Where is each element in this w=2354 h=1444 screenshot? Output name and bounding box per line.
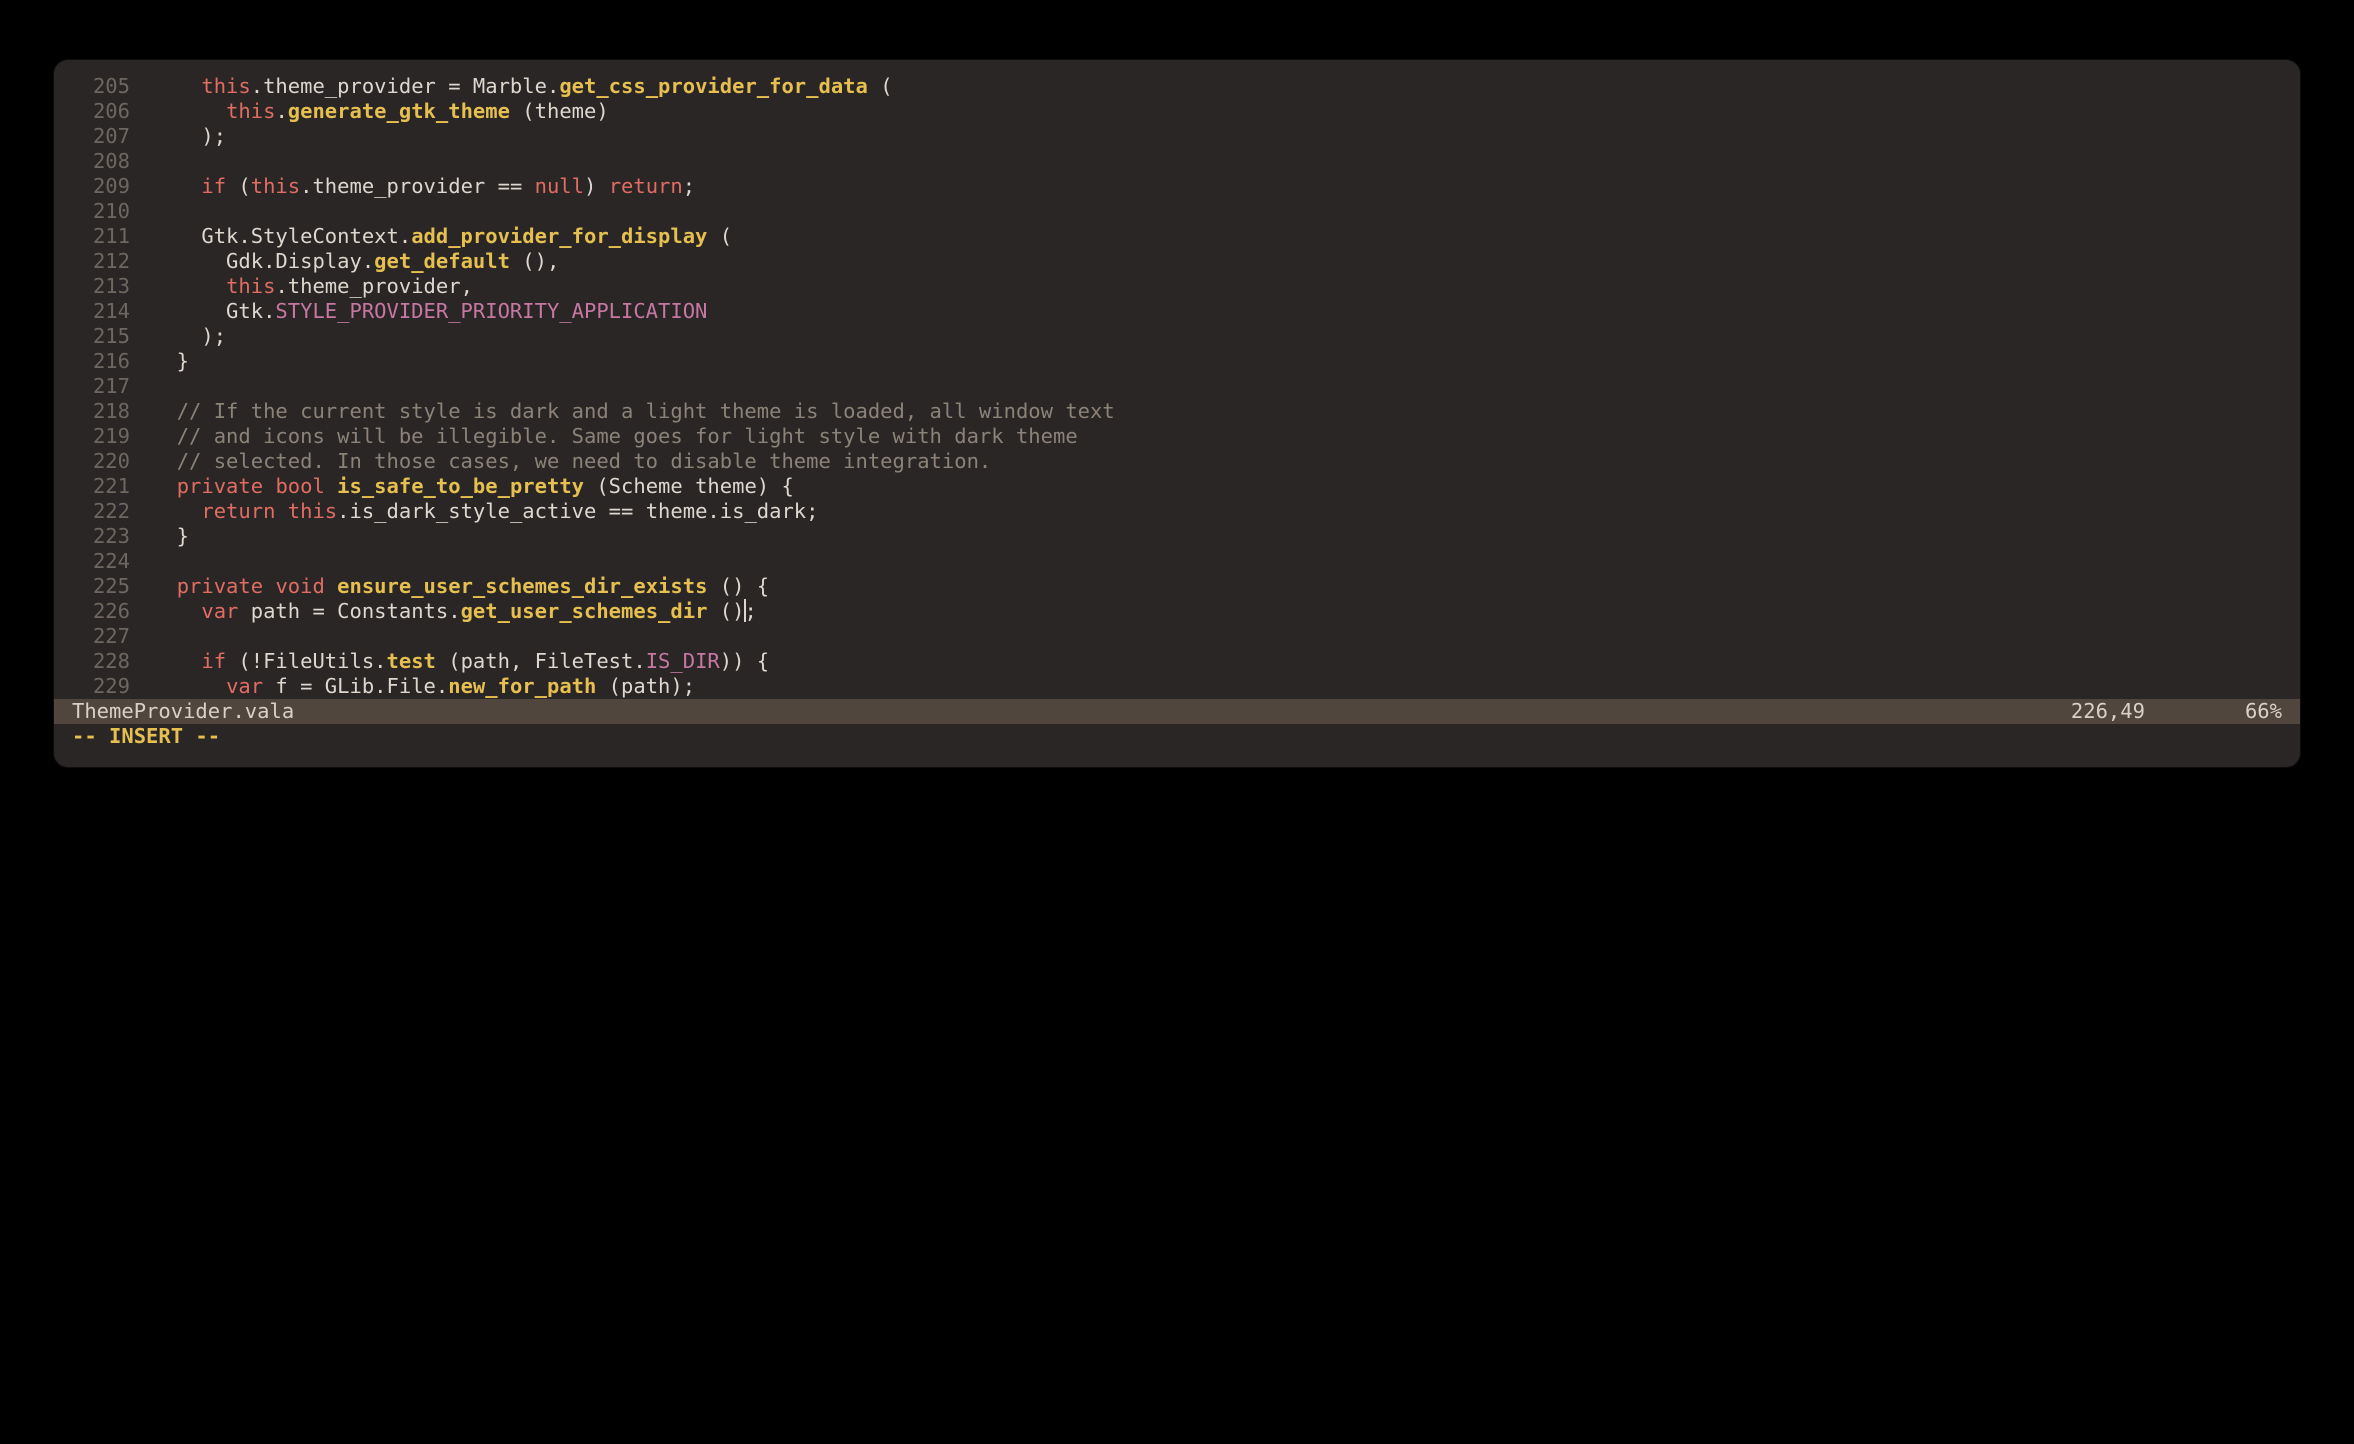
status-cursor-position: 226,49 [2071, 699, 2245, 724]
code-line[interactable]: 206 this.generate_gtk_theme (theme) [72, 99, 2282, 124]
line-number: 217 [72, 374, 152, 399]
code-content[interactable]: var f = GLib.File.new_for_path (path); [152, 674, 695, 699]
line-number: 229 [72, 674, 152, 699]
line-number: 225 [72, 574, 152, 599]
code-content[interactable]: private bool is_safe_to_be_pretty (Schem… [152, 474, 794, 499]
code-line[interactable]: 212 Gdk.Display.get_default (), [72, 249, 2282, 274]
code-content[interactable]: Gtk.STYLE_PROVIDER_PRIORITY_APPLICATION [152, 299, 707, 324]
line-number: 219 [72, 424, 152, 449]
line-number: 221 [72, 474, 152, 499]
line-number: 208 [72, 149, 152, 174]
line-number: 211 [72, 224, 152, 249]
line-number: 222 [72, 499, 152, 524]
code-line[interactable]: 223 } [72, 524, 2282, 549]
line-number: 226 [72, 599, 152, 624]
line-number: 224 [72, 549, 152, 574]
line-number: 218 [72, 399, 152, 424]
code-content[interactable]: if (this.theme_provider == null) return; [152, 174, 695, 199]
line-number: 214 [72, 299, 152, 324]
line-number: 220 [72, 449, 152, 474]
code-line[interactable]: 226 var path = Constants.get_user_scheme… [72, 599, 2282, 624]
status-filename: ThemeProvider.vala [72, 699, 294, 724]
code-editor[interactable]: 205 this.theme_provider = Marble.get_css… [54, 74, 2300, 699]
code-line[interactable]: 210 [72, 199, 2282, 224]
code-line[interactable]: 211 Gtk.StyleContext.add_provider_for_di… [72, 224, 2282, 249]
line-number: 227 [72, 624, 152, 649]
code-line[interactable]: 209 if (this.theme_provider == null) ret… [72, 174, 2282, 199]
code-content[interactable]: this.theme_provider = Marble.get_css_pro… [152, 74, 893, 99]
status-scroll-percent: 66% [2245, 699, 2282, 724]
code-content[interactable]: Gtk.StyleContext.add_provider_for_displa… [152, 224, 732, 249]
code-content[interactable]: // and icons will be illegible. Same goe… [152, 424, 1078, 449]
code-line[interactable]: 220 // selected. In those cases, we need… [72, 449, 2282, 474]
code-line[interactable]: 229 var f = GLib.File.new_for_path (path… [72, 674, 2282, 699]
code-line[interactable]: 216 } [72, 349, 2282, 374]
code-line[interactable]: 218 // If the current style is dark and … [72, 399, 2282, 424]
line-number: 213 [72, 274, 152, 299]
text-cursor [744, 599, 746, 622]
code-line[interactable]: 221 private bool is_safe_to_be_pretty (S… [72, 474, 2282, 499]
code-line[interactable]: 227 [72, 624, 2282, 649]
code-line[interactable]: 225 private void ensure_user_schemes_dir… [72, 574, 2282, 599]
code-line[interactable]: 205 this.theme_provider = Marble.get_css… [72, 74, 2282, 99]
code-line[interactable]: 208 [72, 149, 2282, 174]
code-line[interactable]: 222 return this.is_dark_style_active == … [72, 499, 2282, 524]
code-line[interactable]: 217 [72, 374, 2282, 399]
terminal-window: 205 this.theme_provider = Marble.get_css… [54, 60, 2300, 767]
code-line[interactable]: 224 [72, 549, 2282, 574]
code-line[interactable]: 219 // and icons will be illegible. Same… [72, 424, 2282, 449]
code-content[interactable]: } [152, 524, 189, 549]
code-content[interactable]: if (!FileUtils.test (path, FileTest.IS_D… [152, 649, 769, 674]
line-number: 206 [72, 99, 152, 124]
code-line[interactable]: 213 this.theme_provider, [72, 274, 2282, 299]
code-line[interactable]: 214 Gtk.STYLE_PROVIDER_PRIORITY_APPLICAT… [72, 299, 2282, 324]
code-content[interactable]: // selected. In those cases, we need to … [152, 449, 991, 474]
line-number: 209 [72, 174, 152, 199]
vim-mode-indicator: -- INSERT -- [54, 724, 2300, 749]
code-content[interactable]: ); [152, 324, 226, 349]
code-content[interactable]: this.generate_gtk_theme (theme) [152, 99, 609, 124]
code-content[interactable]: private void ensure_user_schemes_dir_exi… [152, 574, 769, 599]
line-number: 228 [72, 649, 152, 674]
line-number: 215 [72, 324, 152, 349]
line-number: 216 [72, 349, 152, 374]
code-content[interactable]: Gdk.Display.get_default (), [152, 249, 559, 274]
code-content[interactable]: var path = Constants.get_user_schemes_di… [152, 599, 757, 624]
code-line[interactable]: 228 if (!FileUtils.test (path, FileTest.… [72, 649, 2282, 674]
code-line[interactable]: 207 ); [72, 124, 2282, 149]
line-number: 223 [72, 524, 152, 549]
code-content[interactable]: this.theme_provider, [152, 274, 473, 299]
code-line[interactable]: 215 ); [72, 324, 2282, 349]
status-bar: ThemeProvider.vala 226,49 66% [54, 699, 2300, 724]
code-content[interactable]: // If the current style is dark and a li… [152, 399, 1115, 424]
line-number: 207 [72, 124, 152, 149]
line-number: 210 [72, 199, 152, 224]
code-content[interactable]: } [152, 349, 189, 374]
line-number: 212 [72, 249, 152, 274]
code-content[interactable]: ); [152, 124, 226, 149]
code-content[interactable]: return this.is_dark_style_active == them… [152, 499, 819, 524]
line-number: 205 [72, 74, 152, 99]
